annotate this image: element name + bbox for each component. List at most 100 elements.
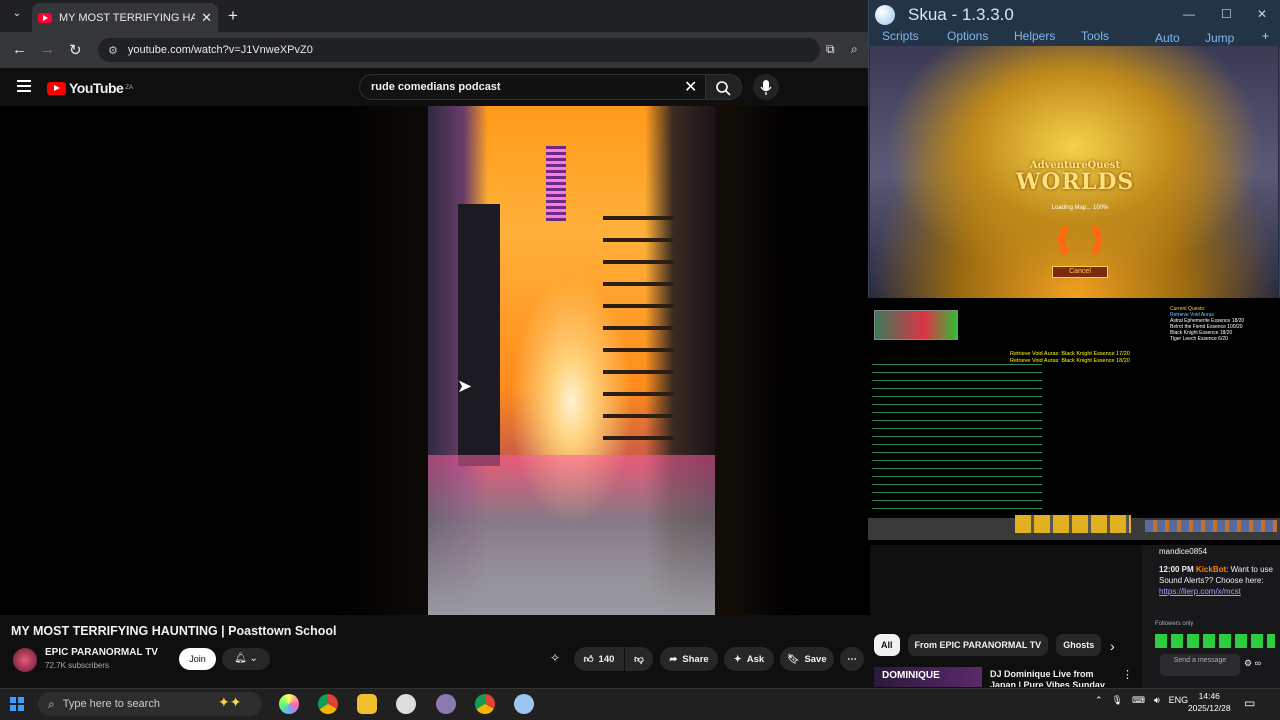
chip-ghosts[interactable]: Ghosts xyxy=(1056,634,1102,656)
recommended-video-title[interactable]: DJ Dominique Live from Japan | Pure Vibe… xyxy=(990,669,1118,687)
chip-all[interactable]: All xyxy=(874,634,900,656)
file-explorer-icon[interactable] xyxy=(357,694,377,714)
address-bar[interactable]: ⚙ youtube.com/watch?v=J1VnweXPvZ0 xyxy=(98,38,820,62)
chat-message: 12:00 PM KickBot: Want to use Sound Aler… xyxy=(1159,565,1273,596)
reload-icon[interactable]: ↻ xyxy=(69,41,82,59)
windows-start-icon[interactable] xyxy=(10,697,24,711)
app-icon[interactable] xyxy=(396,694,416,714)
network-icon[interactable]: ⌨ xyxy=(1132,695,1145,706)
video-doorway xyxy=(458,204,500,466)
region-code: ZA xyxy=(125,85,133,91)
close-tab-icon[interactable]: ✕ xyxy=(201,10,212,26)
search-button[interactable] xyxy=(706,74,742,100)
recommendation-chips: All From EPIC PARANORMAL TV Ghosts xyxy=(874,634,1102,656)
search-icon xyxy=(716,81,731,96)
mic-tray-icon[interactable]: 🎙︎ xyxy=(1112,695,1123,706)
followers-only-label: Followers only xyxy=(1155,621,1194,627)
chips-next-icon[interactable]: › xyxy=(1110,638,1115,654)
bookmark-icon: 🔖︎ xyxy=(787,653,800,665)
tray-chevron-icon[interactable]: ⌃ xyxy=(1095,695,1103,706)
zoom-icon[interactable]: ⌕ xyxy=(851,42,858,57)
notification-icon[interactable]: ▭ xyxy=(1244,696,1255,710)
chrome-icon[interactable] xyxy=(318,694,338,714)
volume-icon[interactable]: 🔊︎ xyxy=(1154,695,1160,706)
chrome-profile-icon[interactable] xyxy=(475,694,495,714)
loading-text: Loading Map... 100% xyxy=(1051,205,1109,211)
mouse-cursor-icon: ➤ xyxy=(457,376,473,396)
quest-tracker: Current Quests: Retrieve Void Auras Astr… xyxy=(1170,306,1274,342)
forward-icon[interactable]: → xyxy=(40,41,55,58)
menu-helpers[interactable]: Helpers xyxy=(1014,29,1055,43)
chip-from-channel[interactable]: From EPIC PARANORMAL TV xyxy=(907,634,1049,656)
clock-time: 14:46 xyxy=(1198,691,1220,701)
chat-link[interactable]: https://lierp.com/x/mcst xyxy=(1159,587,1241,596)
subscriber-count: 72.7K subscribers xyxy=(45,661,110,670)
search-highlight-icon[interactable]: ✦✦ xyxy=(218,694,241,711)
channel-avatar[interactable] xyxy=(13,648,37,672)
search-input[interactable]: rude comedians podcast xyxy=(359,74,706,100)
menu-jump[interactable]: Jump xyxy=(1205,31,1234,45)
back-icon[interactable]: ← xyxy=(12,41,27,58)
menu-icons[interactable] xyxy=(1145,520,1277,532)
maximize-icon[interactable]: ☐ xyxy=(1221,7,1232,21)
more-actions-button[interactable]: ⋯ xyxy=(840,647,864,671)
cancel-loading-button[interactable]: Cancel xyxy=(1052,266,1108,278)
video-frame[interactable] xyxy=(428,106,715,615)
app-icon[interactable] xyxy=(436,694,456,714)
browser-tab[interactable]: MY MOST TERRIFYING HAU ✕ xyxy=(32,3,218,32)
system-tray: ⌃ 🎙︎ ⌨ 🔊︎ ENG xyxy=(1095,695,1188,706)
taskbar-clock[interactable]: 14:46 2025/12/28 xyxy=(1188,690,1231,714)
microphone-icon xyxy=(760,80,772,95)
taskbar-search-placeholder: Type here to search xyxy=(62,698,160,710)
minimize-icon[interactable]: — xyxy=(1183,7,1195,21)
chat-send-input[interactable]: Send a message xyxy=(1160,654,1240,676)
chat-bot-name: KickBot xyxy=(1195,565,1227,574)
effects-icon[interactable]: ✧ xyxy=(550,651,560,665)
menu-scripts[interactable]: Scripts xyxy=(882,29,919,43)
game-logo-bottom: WORLDS xyxy=(1015,169,1135,195)
dislike-button[interactable]: 👎︎ xyxy=(625,647,653,671)
recommended-video-thumbnail[interactable]: DOMINIQUE xyxy=(874,667,982,687)
channel-name[interactable]: EPIC PARANORMAL TV xyxy=(45,647,158,658)
clear-search-icon[interactable]: ✕ xyxy=(684,77,697,97)
ask-button[interactable]: ✦ Ask xyxy=(724,647,774,671)
voice-search-button[interactable] xyxy=(753,74,779,100)
ask-label: Ask xyxy=(746,653,765,665)
share-button[interactable]: ➦ Share xyxy=(660,647,718,671)
emote-row[interactable] xyxy=(1155,634,1275,648)
skua-title: Skua - 1.3.3.0 xyxy=(908,5,1014,24)
video-floor xyxy=(428,455,715,615)
skua-taskbar-icon[interactable] xyxy=(514,694,534,714)
cast-icon[interactable]: ⧉ xyxy=(826,42,835,57)
site-info-icon[interactable]: ⚙ xyxy=(108,44,118,57)
like-count: 140 xyxy=(598,653,615,665)
more-icon: ⋯ xyxy=(847,653,857,665)
clock-date: 2025/12/28 xyxy=(1188,703,1231,713)
join-button[interactable]: Join xyxy=(179,648,216,670)
language-indicator[interactable]: ENG xyxy=(1169,695,1189,706)
quest-progress-messages: Retrieve Void Auras: Black Knight Essenc… xyxy=(1010,351,1130,365)
tab-title: MY MOST TERRIFYING HAU xyxy=(59,11,196,24)
thumbs-down-icon: 👎︎ xyxy=(634,654,644,665)
copilot-icon[interactable] xyxy=(279,694,299,714)
rec-more-icon[interactable]: ⋮ xyxy=(1122,668,1133,681)
close-window-icon[interactable]: ✕ xyxy=(1257,7,1267,21)
new-tab-button[interactable]: + xyxy=(228,6,238,26)
tab-search-button[interactable]: ⌄ xyxy=(8,8,26,24)
skua-logo-icon xyxy=(875,5,895,25)
like-button[interactable]: 👍︎ 140 xyxy=(574,647,624,671)
menu-tools[interactable]: Tools xyxy=(1081,29,1109,43)
menu-auto[interactable]: Auto xyxy=(1155,31,1180,45)
quest-progress-message: Retrieve Void Auras: Black Knight Essenc… xyxy=(1010,351,1130,357)
hamburger-menu-icon[interactable] xyxy=(17,80,31,95)
youtube-favicon-icon xyxy=(38,12,52,23)
save-button[interactable]: 🔖︎ Save xyxy=(780,647,834,671)
chat-settings-icon[interactable]: ⚙ ∞ xyxy=(1244,658,1261,669)
share-icon: ➦ xyxy=(669,653,678,665)
url-text: youtube.com/watch?v=J1VnweXPvZ0 xyxy=(127,44,313,56)
add-panel-icon[interactable]: + xyxy=(1262,29,1269,43)
skill-icons[interactable] xyxy=(1015,515,1131,533)
youtube-logo[interactable]: YouTube ZA xyxy=(47,80,133,96)
menu-options[interactable]: Options xyxy=(947,29,988,43)
subscription-bell-button[interactable]: 🔔︎ ⌄ xyxy=(222,648,270,670)
